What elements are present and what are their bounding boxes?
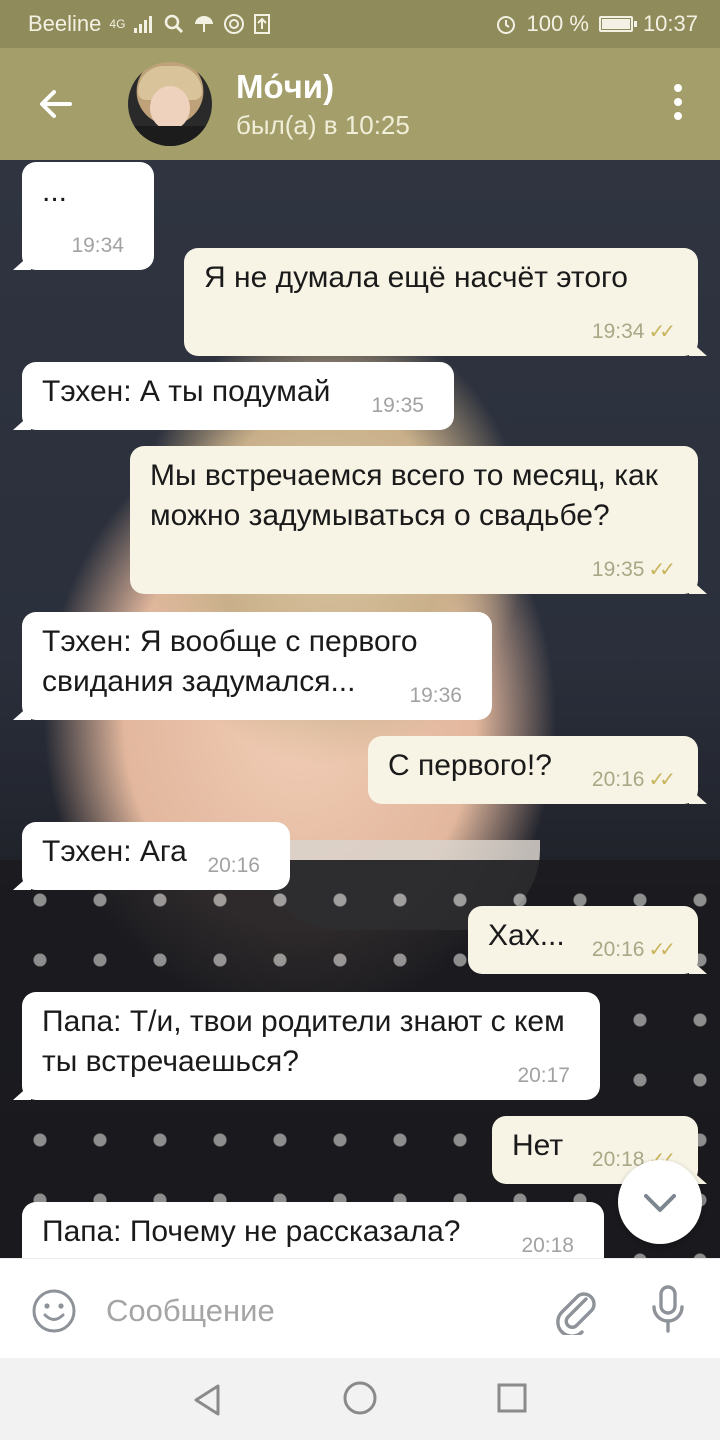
signal-icon <box>134 16 153 33</box>
message-bubble-incoming[interactable]: ... 19:34 <box>22 162 154 270</box>
microphone-icon <box>652 1285 684 1333</box>
message-bubble-incoming[interactable]: Тэхен: Ага 20:16 <box>22 822 290 890</box>
upload-icon <box>254 14 271 34</box>
message-text: ... <box>42 175 68 208</box>
double-check-icon: ✓✓ <box>648 321 675 343</box>
message-bubble-incoming[interactable]: Папа: Почему не рассказала? 20:18 <box>22 1202 604 1258</box>
message-time: 19:36 <box>409 684 462 707</box>
emoji-button[interactable] <box>30 1287 78 1335</box>
message-text: Папа: Т/и, твои родители знают с кем ты … <box>42 1005 565 1078</box>
message-bubble-outgoing[interactable]: Хах... 20:16 ✓✓ <box>468 906 698 974</box>
nav-recent-button[interactable] <box>494 1380 530 1416</box>
network-type-label: 4G <box>109 17 126 31</box>
last-seen-status: был(а) в 10:25 <box>236 110 410 140</box>
alarm-icon <box>496 16 515 34</box>
voice-record-button[interactable] <box>644 1283 692 1337</box>
message-text: Тэхен: Я вообще с первого свидания задум… <box>42 625 418 698</box>
status-bar: Beeline 4G 100 % 10:37 <box>0 0 720 48</box>
attach-button[interactable] <box>552 1285 600 1338</box>
message-text: Нет <box>512 1129 564 1162</box>
chat-area[interactable]: ... 19:34 Я не думала ещё насчёт этого 1… <box>0 160 720 1258</box>
message-time: 20:16 <box>207 854 260 877</box>
contact-name[interactable]: Мо́чи) <box>236 68 334 106</box>
carrier-label: Beeline <box>28 11 102 36</box>
message-time: 19:35 <box>371 394 424 417</box>
message-time: 19:34 <box>71 234 124 257</box>
back-triangle-icon <box>194 1384 220 1416</box>
paperclip-icon <box>556 1292 596 1338</box>
umbrella-icon <box>195 16 214 32</box>
message-time: 20:18 <box>521 1234 574 1257</box>
message-bubble-incoming[interactable]: Тэхен: Я вообще с первого свидания задум… <box>22 612 492 720</box>
message-bubble-outgoing[interactable]: Я не думала ещё насчёт этого 19:34 ✓✓ <box>184 248 698 356</box>
chevron-down-icon <box>644 1194 676 1212</box>
message-text: С первого!? <box>388 749 552 782</box>
double-check-icon: ✓✓ <box>648 769 675 791</box>
message-time: 20:17 <box>517 1064 570 1087</box>
home-circle-icon <box>343 1381 377 1415</box>
message-time: 20:16 <box>591 768 645 791</box>
nav-home-button[interactable] <box>340 1378 380 1418</box>
message-text: Тэхен: А ты подумай <box>42 375 331 408</box>
message-composer <box>0 1258 720 1359</box>
message-bubble-incoming[interactable]: Тэхен: А ты подумай 19:35 <box>22 362 454 430</box>
message-text: Мы встречаемся всего то месяц, как можно… <box>150 459 658 532</box>
message-bubble-outgoing[interactable]: С первого!? 20:16 ✓✓ <box>368 736 698 804</box>
battery-percent-label: 100 % <box>526 11 589 36</box>
message-text: Хах... <box>488 919 565 952</box>
clock-label: 10:37 <box>642 11 698 36</box>
smile-icon <box>32 1289 76 1333</box>
at-icon <box>224 14 245 34</box>
message-time: 19:34 <box>591 320 645 343</box>
message-time: 19:35 <box>591 558 645 581</box>
double-check-icon: ✓✓ <box>648 559 675 581</box>
message-input[interactable] <box>104 1285 528 1337</box>
nav-back-button[interactable] <box>188 1380 228 1420</box>
arrow-left-icon <box>40 90 72 118</box>
back-button[interactable] <box>34 82 78 126</box>
message-bubble-incoming[interactable]: Папа: Т/и, твои родители знают с кем ты … <box>22 992 600 1100</box>
avatar[interactable] <box>128 62 212 146</box>
message-time: 20:16 <box>591 938 645 961</box>
message-text: Тэхен: Ага <box>42 835 187 868</box>
message-text: Я не думала ещё насчёт этого <box>204 261 628 294</box>
battery-icon <box>598 16 637 32</box>
recent-square-icon <box>497 1383 527 1413</box>
message-bubble-outgoing[interactable]: Мы встречаемся всего то месяц, как можно… <box>130 446 698 594</box>
message-text: Папа: Почему не рассказала? <box>42 1215 461 1248</box>
double-check-icon: ✓✓ <box>648 939 675 961</box>
more-vertical-icon <box>666 84 690 120</box>
chat-header: Мо́чи) был(а) в 10:25 <box>0 48 720 160</box>
search-icon <box>165 14 184 34</box>
scroll-down-button[interactable] <box>618 1160 702 1244</box>
more-menu-button[interactable] <box>666 84 690 124</box>
system-nav-bar <box>0 1358 720 1440</box>
